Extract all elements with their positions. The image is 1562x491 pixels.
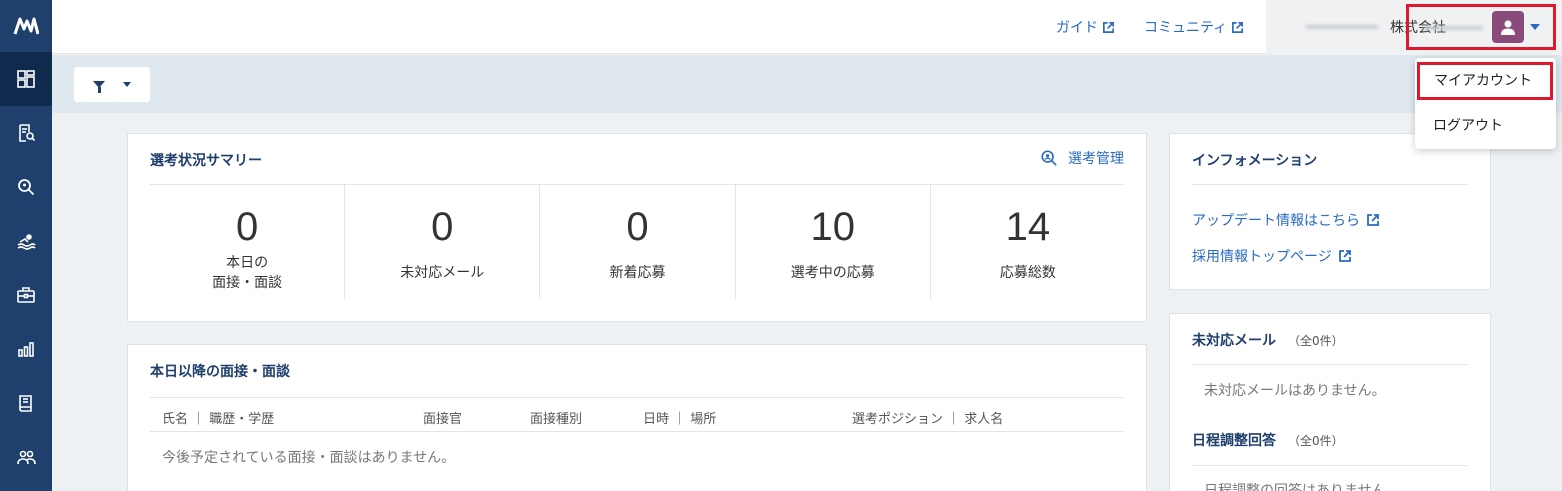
divider: [150, 397, 1124, 398]
upcoming-interviews-card: 本日以降の面接・面談 氏名 ｜ 職歴・学歴 面接官 面接種別 日時 ｜ 場所 選…: [127, 344, 1147, 491]
column-header-datetime-place: 日時 ｜ 場所: [643, 412, 717, 427]
summary-title: 選考状況サマリー: [150, 153, 262, 169]
sidebar-item-jobs[interactable]: [0, 268, 52, 322]
interviews-empty-message: 今後予定されている面接・面談はありません。: [162, 450, 456, 466]
selection-summary-card: 選考状況サマリー 選考管理 0 本日の 面接・面談 0 未対応メール 0 新着応…: [127, 133, 1147, 322]
unhandled-mail-title-text: 未対応メール: [1192, 333, 1276, 349]
stat-value: 10: [810, 205, 855, 249]
stat-in-selection[interactable]: 10 選考中の応募: [736, 185, 931, 299]
stat-label: 選考中の応募: [790, 265, 875, 281]
schedule-replies-title: 日程調整回答 （全0件）: [1192, 430, 1344, 450]
sidebar-item-docs[interactable]: [0, 376, 52, 430]
external-link-icon: [1338, 250, 1351, 262]
guide-link[interactable]: ガイド: [1056, 17, 1115, 37]
chevron-down-icon: [1530, 24, 1540, 30]
users-icon: [17, 450, 36, 465]
chevron-down-icon: [123, 82, 131, 87]
search-icon: [18, 179, 35, 196]
menu-item-my-account[interactable]: マイアカウント: [1417, 62, 1553, 100]
community-link[interactable]: コミュニティ: [1144, 17, 1244, 37]
filter-bar: [52, 55, 1562, 113]
divider: [1192, 184, 1468, 185]
divider: [150, 431, 1124, 432]
bar-chart-icon: [18, 342, 34, 357]
app-logo[interactable]: [0, 0, 52, 52]
column-header-name: 氏名 ｜ 職歴・学歴: [162, 412, 275, 427]
menu-item-logout[interactable]: ログアウト: [1415, 116, 1556, 136]
swimmer-icon: [17, 234, 36, 250]
filter-icon: [93, 81, 105, 93]
update-info-link[interactable]: アップデート情報はこちら: [1192, 210, 1380, 230]
unhandled-mail-empty-message: 未対応メールはありません。: [1204, 383, 1386, 399]
interviews-title: 本日以降の面接・面談: [150, 364, 290, 380]
divider: [1192, 465, 1468, 466]
user-icon: [1501, 20, 1515, 35]
stat-label: 応募総数: [999, 265, 1056, 281]
selection-management-link[interactable]: 選考管理: [1040, 148, 1124, 168]
dashboard-icon: [17, 70, 35, 88]
stat-label: 未対応メール: [400, 265, 485, 281]
sidebar-item-users[interactable]: [0, 430, 52, 484]
summary-stats: 0 本日の 面接・面談 0 未対応メール 0 新着応募 10 選考中の応募 14…: [150, 185, 1125, 299]
external-link-icon: [1232, 21, 1244, 33]
top-header: ガイド コミュニティ 株式会社: [52, 0, 1562, 54]
sidebar: [0, 0, 52, 491]
stat-value: 14: [1005, 205, 1051, 249]
document-search-icon: [19, 124, 36, 142]
divider: [1192, 364, 1468, 365]
information-card: インフォメーション アップデート情報はこちら 採用情報トップページ: [1169, 133, 1491, 290]
sidebar-item-swim[interactable]: [0, 214, 52, 268]
external-link-icon: [1103, 21, 1114, 33]
external-link-icon: [1367, 214, 1379, 226]
recruit-top-link[interactable]: 採用情報トップページ: [1192, 246, 1352, 266]
user-area: 株式会社: [1266, 0, 1562, 54]
avatar: [1492, 11, 1524, 43]
stat-value: 0: [626, 205, 649, 249]
account-dropdown-menu: マイアカウント ログアウト: [1415, 58, 1556, 149]
sidebar-item-dashboard[interactable]: [0, 52, 52, 106]
schedule-replies-empty-message: 日程調整の回答はありません。: [1204, 483, 1400, 491]
guide-label: ガイド: [1056, 20, 1098, 36]
logo-icon: [13, 17, 39, 35]
sidebar-item-applications[interactable]: [0, 106, 52, 160]
update-info-label: アップデート情報はこちら: [1192, 213, 1360, 229]
briefcase-icon: [17, 287, 35, 303]
stat-label: 本日の 面接・面談: [212, 255, 283, 291]
recruit-top-label: 採用情報トップページ: [1192, 249, 1332, 265]
search-icon: [1041, 150, 1057, 166]
schedule-replies-title-text: 日程調整回答: [1192, 433, 1276, 449]
book-icon: [19, 395, 32, 412]
stat-label: 新着応募: [609, 265, 666, 281]
stat-total-applications[interactable]: 14 応募総数: [931, 185, 1125, 299]
stat-new-applications[interactable]: 0 新着応募: [540, 185, 736, 299]
unhandled-mail-count: （全0件）: [1288, 334, 1344, 348]
account-menu-button[interactable]: [1406, 4, 1556, 50]
sidebar-item-reports[interactable]: [0, 322, 52, 376]
unhandled-mail-card: 未対応メール （全0件） 未対応メールはありません。 日程調整回答 （全0件） 日程…: [1169, 313, 1491, 491]
column-header-position: 選考ポジション ｜ 求人名: [852, 412, 1004, 427]
schedule-replies-count: （全0件）: [1288, 434, 1344, 448]
unhandled-mail-title: 未対応メール （全0件）: [1192, 330, 1344, 350]
blurred-user-name: [1423, 26, 1483, 30]
filter-button[interactable]: [74, 67, 150, 102]
sidebar-item-search[interactable]: [0, 160, 52, 214]
blurred-company-name: [1306, 25, 1378, 29]
column-header-interviewer: 面接官: [423, 412, 463, 427]
stat-unhandled-mail[interactable]: 0 未対応メール: [345, 185, 541, 299]
community-label: コミュニティ: [1144, 20, 1228, 36]
selection-management-label: 選考管理: [1068, 151, 1124, 167]
information-title: インフォメーション: [1192, 153, 1318, 169]
column-header-interview-type: 面接種別: [530, 412, 583, 427]
stat-value: 0: [431, 205, 454, 249]
stat-today-interviews[interactable]: 0 本日の 面接・面談: [150, 185, 346, 299]
stat-value: 0: [235, 205, 259, 249]
